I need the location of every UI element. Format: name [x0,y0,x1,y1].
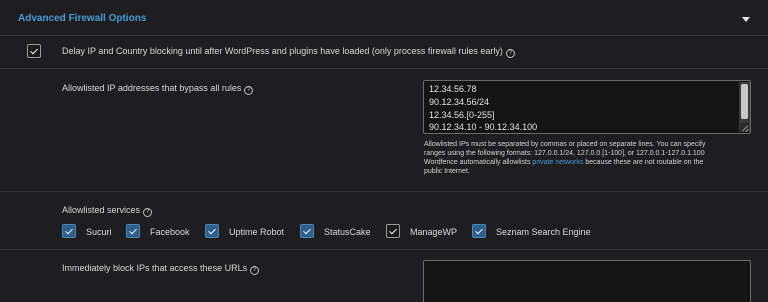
service-checkbox-facebook[interactable] [126,224,140,238]
checkmark-icon [303,226,311,234]
checkmark-icon [208,226,216,234]
help-text-fragment: because these are not routable on the [583,159,704,166]
row-divider [0,249,768,250]
delay-blocking-text: Delay IP and Country blocking until afte… [62,46,503,56]
service-label-sucuri: Sucuri [86,227,112,237]
service-checkbox-uptime-robot[interactable] [205,224,219,238]
block-urls-label: Immediately block IPs that access these … [62,263,260,275]
service-label-seznam: Seznam Search Engine [496,227,591,237]
firewall-options-panel: Advanced Firewall Options Delay IP and C… [0,0,768,302]
checkmark-icon [475,226,483,234]
service-checkbox-sucuri[interactable] [62,224,76,238]
checkmark-icon [65,226,73,234]
ip-entry: 90.12.34.56/24 [429,97,490,107]
service-label-facebook: Facebook [150,227,190,237]
block-urls-text: Immediately block IPs that access these … [62,263,248,273]
checkmark-icon [30,46,38,54]
row-divider [0,68,768,69]
caret-down-icon[interactable] [742,17,750,22]
help-icon[interactable]: ? [505,49,515,58]
private-networks-link[interactable]: private networks [532,159,583,166]
service-label-statuscake: StatusCake [324,227,371,237]
help-icon[interactable]: ? [250,266,260,275]
help-icon[interactable]: ? [244,86,254,95]
allowlisted-ips-help: Allowlisted IPs must be separated by com… [424,140,705,176]
help-text-fragment: Wordfence automatically allowlists [424,159,533,166]
service-checkbox-statuscake[interactable] [300,224,314,238]
ip-entry: 12.34.56.[0-255] [429,110,495,120]
allowlisted-ips-textarea[interactable]: 12.34.56.78 90.12.34.56/24 12.34.56.[0-2… [423,80,751,134]
row-divider [0,191,768,192]
section-title: Advanced Firewall Options [18,13,147,24]
allowlisted-services-label: Allowlisted services? [62,205,153,217]
help-text-line: public Internet. [424,168,470,175]
service-label-uptime-robot: Uptime Robot [229,227,285,237]
service-label-managewp: ManageWP [410,227,458,237]
service-checkbox-seznam[interactable] [472,224,486,238]
scrollbar-thumb[interactable] [741,84,748,119]
help-icon[interactable]: ? [143,208,153,217]
help-text-line: ranges using the following formats: 127.… [424,150,705,157]
help-text-line: Allowlisted IPs must be separated by com… [424,141,706,148]
allowlisted-services-text: Allowlisted services [62,205,141,215]
checkmark-icon [129,226,137,234]
service-checkbox-managewp[interactable] [386,224,400,238]
help-text-line: Wordfence automatically allowlists priva… [424,158,705,167]
allowlisted-ips-text: Allowlisted IP addresses that bypass all… [62,83,242,93]
resize-handle-icon[interactable] [740,123,749,132]
delay-blocking-checkbox[interactable] [27,44,41,58]
delay-blocking-label: Delay IP and Country blocking until afte… [62,46,515,58]
ip-entry: 90.12.34.10 - 90.12.34.100 [429,122,538,132]
ip-entry: 12.34.56.78 [429,84,477,94]
checkmark-icon [389,226,397,234]
section-header[interactable]: Advanced Firewall Options [0,0,768,36]
block-urls-textarea[interactable] [423,260,751,302]
allowlisted-ips-label: Allowlisted IP addresses that bypass all… [62,83,254,95]
